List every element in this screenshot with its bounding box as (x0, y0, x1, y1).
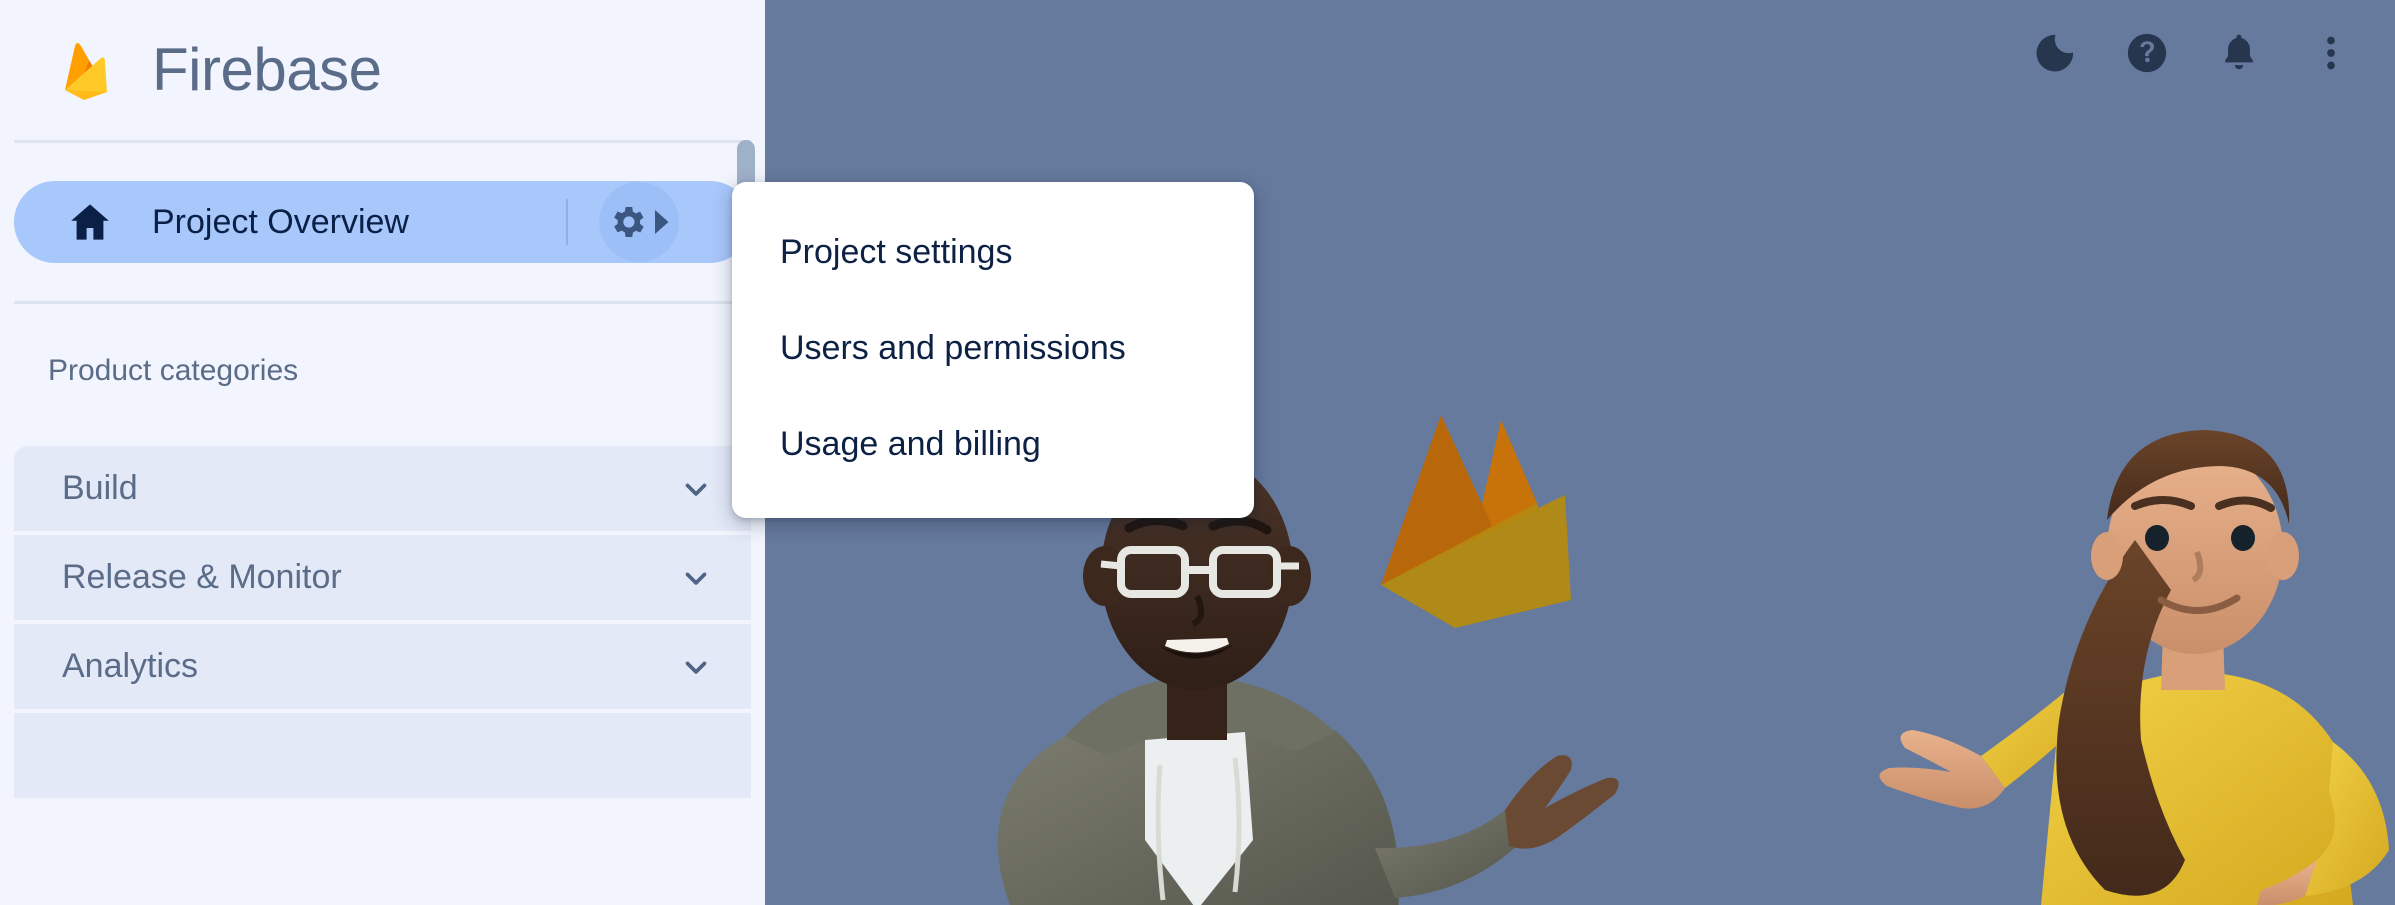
menu-item-users-and-permissions[interactable]: Users and permissions (732, 316, 1254, 380)
help-button[interactable] (2101, 7, 2193, 99)
sidebar-item-project-overview[interactable]: Project Overview (14, 181, 751, 263)
sidebar-category-build[interactable]: Build (14, 446, 751, 531)
project-overview-label: Project Overview (152, 202, 409, 241)
notifications-button[interactable] (2193, 7, 2285, 99)
sidebar-category-analytics[interactable]: Analytics (14, 624, 751, 709)
menu-item-project-settings[interactable]: Project settings (732, 220, 1254, 284)
category-label: Analytics (62, 647, 199, 685)
project-settings-toggle-button[interactable] (599, 182, 679, 262)
product-category-list: Build Release & Monitor Analytics (0, 446, 765, 798)
home-icon (71, 204, 109, 240)
triangle-right-icon (655, 210, 669, 234)
sidebar: Firebase Project Overview Product catego… (0, 0, 765, 905)
bell-icon (2225, 34, 2253, 69)
dark-mode-toggle[interactable] (2009, 7, 2101, 99)
category-label: Release & Monitor (62, 558, 342, 596)
chevron-down-icon (685, 572, 707, 585)
gear-icon (614, 206, 644, 238)
project-settings-dropdown-menu: Project settings Users and permissions U… (732, 182, 1254, 518)
header-divider (14, 140, 751, 143)
more-vertical-icon (2327, 36, 2335, 69)
more-options-button[interactable] (2285, 7, 2377, 99)
category-label: Build (62, 469, 138, 507)
sidebar-category-release-monitor[interactable]: Release & Monitor (14, 535, 751, 620)
brand-header: Firebase (0, 0, 765, 140)
chevron-down-icon (685, 483, 707, 496)
moon-icon (2036, 34, 2074, 72)
product-categories-heading: Product categories (48, 354, 299, 387)
firebase-flame-icon (65, 43, 107, 100)
menu-item-usage-and-billing[interactable]: Usage and billing (732, 412, 1254, 476)
firebase-console-window: Firebase Project Overview Product catego… (0, 0, 2395, 905)
top-action-bar (2009, 0, 2395, 105)
sidebar-category-partial[interactable] (14, 713, 751, 798)
chevron-down-icon (685, 661, 707, 674)
help-circle-icon (2127, 33, 2167, 72)
brand-name: Firebase (152, 36, 382, 103)
sidebar-separator (566, 199, 568, 245)
